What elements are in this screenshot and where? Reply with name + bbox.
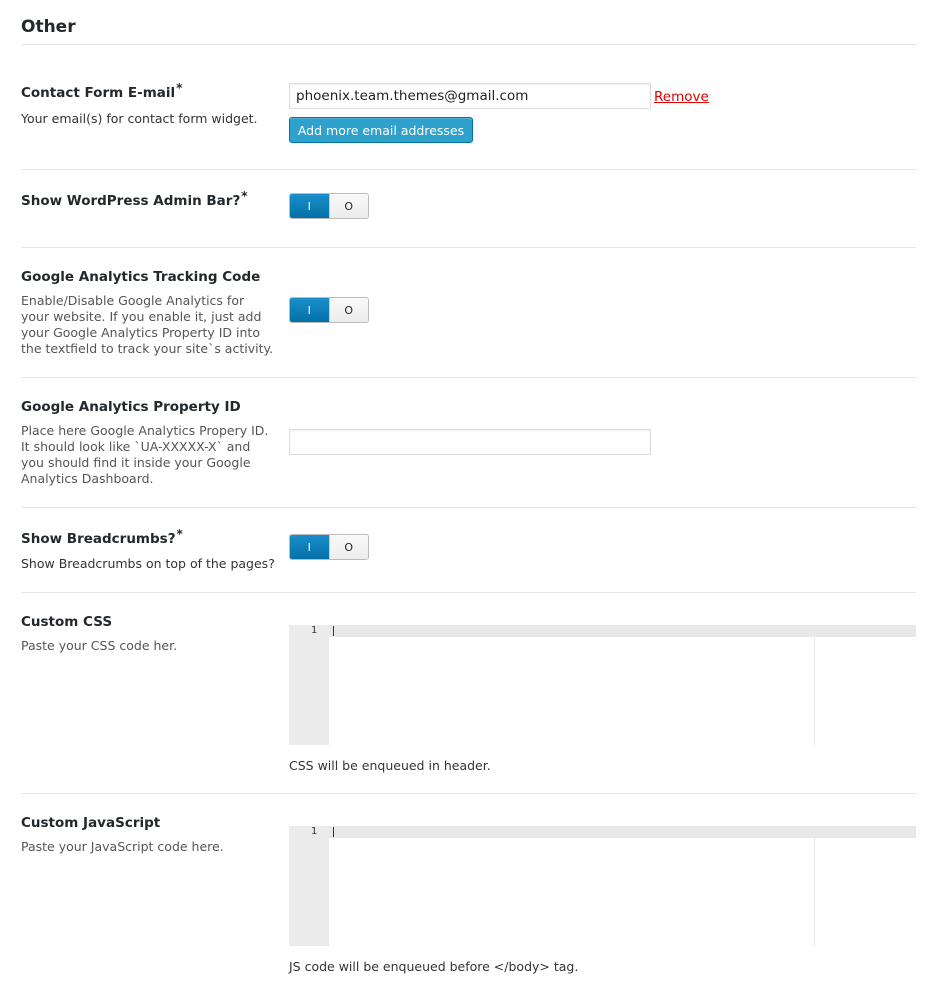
contact-email-label: Contact Form E-mail* — [21, 81, 182, 101]
custom-js-editor[interactable]: 1 — [289, 826, 916, 946]
breadcrumbs-toggle[interactable]: I O — [289, 534, 369, 560]
editor-gutter — [289, 826, 329, 946]
line-number: 1 — [310, 625, 317, 636]
custom-css-note: CSS will be enqueued in header. — [289, 758, 491, 773]
text-cursor — [333, 827, 334, 837]
custom-js-note: JS code will be enqueued before </body> … — [289, 959, 579, 974]
toggle-off[interactable]: O — [328, 298, 368, 322]
contact-email-label-text: Contact Form E-mail — [21, 85, 176, 101]
divider — [21, 169, 916, 170]
toggle-on[interactable]: I — [290, 194, 329, 218]
divider — [21, 377, 916, 378]
divider — [21, 592, 916, 593]
contact-email-input[interactable] — [289, 83, 651, 109]
toggle-off[interactable]: O — [328, 194, 368, 218]
toggle-on[interactable]: I — [290, 298, 329, 322]
remove-email-link[interactable]: Remove — [654, 89, 709, 105]
custom-js-description: Paste your JavaScript code here. — [21, 839, 224, 854]
custom-css-editor[interactable]: 1 — [289, 625, 916, 745]
ga-tracking-description: Enable/Disable Google Analytics for your… — [21, 293, 274, 356]
custom-css-label: Custom CSS — [21, 614, 113, 630]
divider — [21, 793, 916, 794]
toggle-on[interactable]: I — [290, 535, 329, 559]
ga-property-input[interactable] — [289, 429, 651, 455]
required-mark: * — [176, 527, 183, 541]
ga-property-label: Google Analytics Property ID — [21, 399, 241, 415]
contact-email-description: Your email(s) for contact form widget. — [21, 111, 258, 126]
toggle-off[interactable]: O — [328, 535, 368, 559]
text-cursor — [333, 626, 334, 636]
custom-css-description: Paste your CSS code her. — [21, 638, 178, 653]
breadcrumbs-label: Show Breadcrumbs?* — [21, 527, 183, 547]
editor-active-line — [329, 625, 916, 637]
custom-js-label: Custom JavaScript — [21, 815, 161, 831]
section-title: Other — [21, 17, 76, 37]
divider — [21, 247, 916, 248]
ga-tracking-toggle[interactable]: I O — [289, 297, 369, 323]
ga-property-description: Place here Google Analytics Propery ID. … — [21, 423, 269, 486]
ga-tracking-label: Google Analytics Tracking Code — [21, 269, 261, 285]
divider — [21, 507, 916, 508]
admin-bar-label-text: Show WordPress Admin Bar? — [21, 193, 241, 209]
add-more-emails-button[interactable]: Add more email addresses — [289, 117, 473, 143]
admin-bar-label: Show WordPress Admin Bar?* — [21, 189, 248, 209]
line-number: 1 — [310, 826, 317, 837]
editor-print-margin — [814, 625, 815, 745]
editor-print-margin — [814, 826, 815, 946]
breadcrumbs-description: Show Breadcrumbs on top of the pages? — [21, 556, 275, 571]
divider — [21, 44, 916, 45]
admin-bar-toggle[interactable]: I O — [289, 193, 369, 219]
editor-active-line — [329, 826, 916, 838]
breadcrumbs-label-text: Show Breadcrumbs? — [21, 531, 176, 547]
required-mark: * — [176, 81, 183, 95]
editor-gutter — [289, 625, 329, 745]
required-mark: * — [241, 189, 248, 203]
